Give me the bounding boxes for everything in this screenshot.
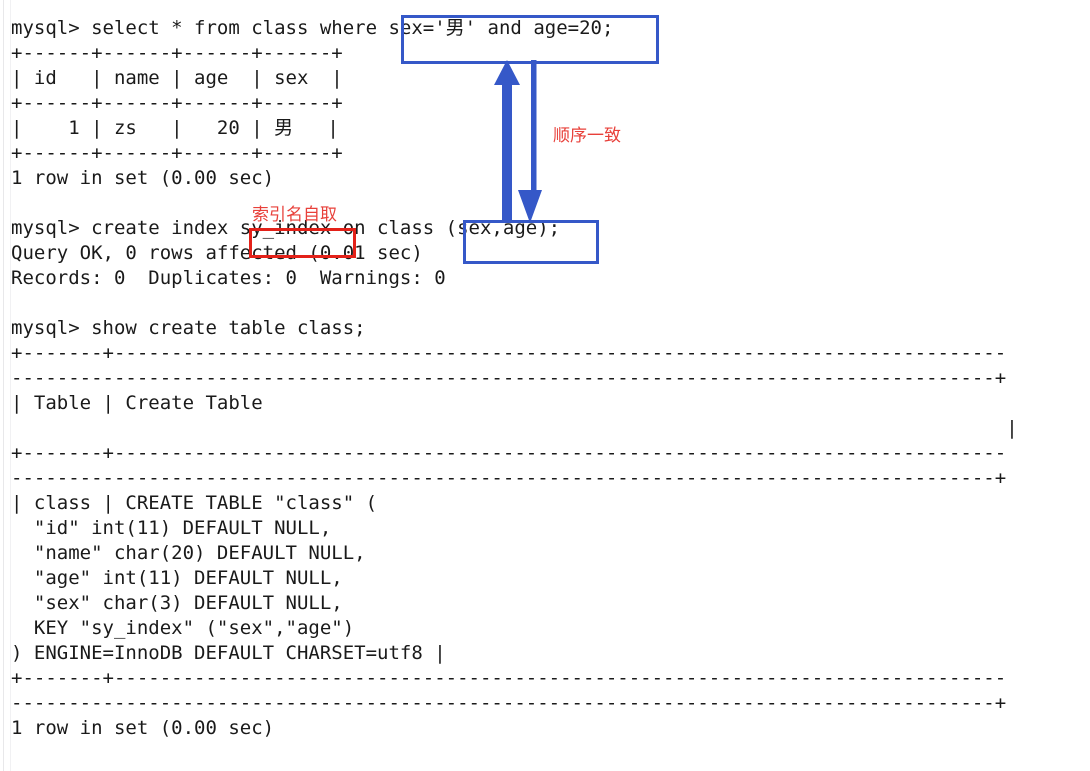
terminal-line: Records: 0 Duplicates: 0 Warnings: 0: [11, 267, 446, 289]
terminal-line: +------+------+------+------+: [11, 92, 343, 114]
terminal-line: | 1 | zs | 20 | 男 |: [11, 117, 339, 139]
terminal-line: mysql> create index sy_index on class (s…: [11, 217, 561, 239]
terminal-line: +-------+-------------------------------…: [11, 442, 1007, 464]
terminal-line: ----------------------------------------…: [11, 692, 1007, 714]
terminal-line: ----------------------------------------…: [11, 367, 1007, 389]
terminal-line: | class | CREATE TABLE "class" (: [11, 492, 378, 514]
terminal-line: 1 row in set (0.00 sec): [11, 167, 275, 189]
terminal-line: mysql> show create table class;: [11, 317, 366, 339]
terminal-line: ----------------------------------------…: [11, 467, 1007, 489]
terminal-line: ) ENGINE=InnoDB DEFAULT CHARSET=utf8 |: [11, 642, 446, 664]
terminal-line: Query OK, 0 rows affected (0.01 sec): [11, 242, 423, 264]
terminal-line: +------+------+------+------+: [11, 142, 343, 164]
terminal-line: mysql> select * from class where sex='男'…: [11, 17, 614, 39]
mysql-terminal-output: mysql> select * from class where sex='男'…: [11, 16, 1086, 741]
terminal-line: +-------+-------------------------------…: [11, 667, 1007, 689]
terminal-line: "sex" char(3) DEFAULT NULL,: [11, 592, 343, 614]
terminal-line: | id | name | age | sex |: [11, 67, 343, 89]
terminal-line: "age" int(11) DEFAULT NULL,: [11, 567, 343, 589]
gutter-line-outer: [3, 0, 4, 771]
terminal-line: |: [11, 417, 1018, 439]
terminal-line: | Table | Create Table: [11, 392, 263, 414]
terminal-line: +-------+-------------------------------…: [11, 342, 1007, 364]
terminal-line: +------+------+------+------+: [11, 42, 343, 64]
terminal-line: 1 row in set (0.00 sec): [11, 717, 275, 739]
terminal-line: "id" int(11) DEFAULT NULL,: [11, 517, 332, 539]
terminal-line: KEY "sy_index" ("sex","age"): [11, 617, 355, 639]
terminal-line: "name" char(20) DEFAULT NULL,: [11, 542, 366, 564]
